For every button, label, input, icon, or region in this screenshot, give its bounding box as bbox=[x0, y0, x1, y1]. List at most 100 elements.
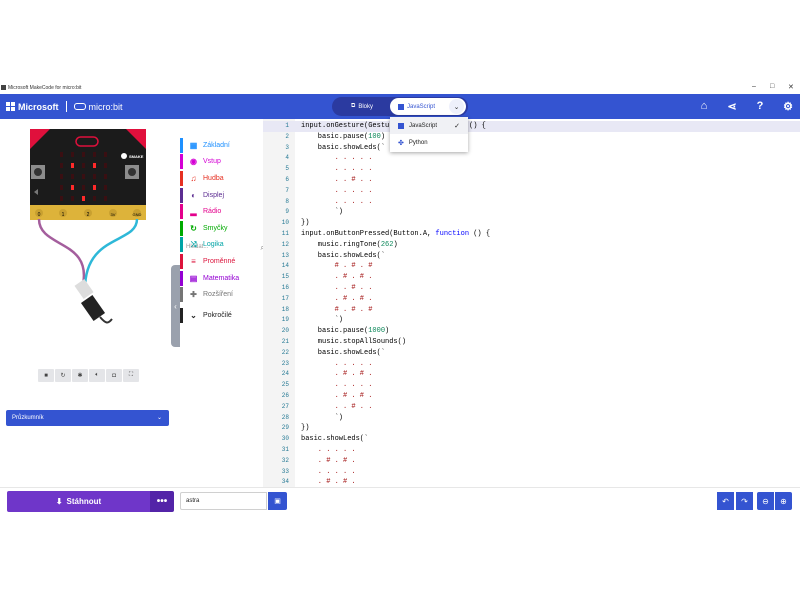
code-line[interactable]: 30 basic.showLeds(` bbox=[263, 434, 800, 445]
code-line[interactable]: 3 basic.showLeds(` bbox=[263, 143, 800, 154]
fullscreen-icon[interactable]: ⛶ bbox=[123, 369, 139, 382]
code-line[interactable]: 15 . # . # . bbox=[263, 272, 800, 283]
code-line[interactable]: 1input.onGesture(Gesture.Shake, function… bbox=[263, 121, 800, 132]
download-button[interactable]: ⬇ Stáhnout bbox=[7, 491, 150, 512]
more-options-button[interactable]: ••• bbox=[150, 491, 174, 512]
redo-icon[interactable]: ↷ bbox=[736, 492, 753, 510]
code-line[interactable]: 29}) bbox=[263, 423, 800, 434]
line-number: 24 bbox=[281, 370, 289, 378]
category-music[interactable]: ♫ Hudba bbox=[180, 171, 263, 186]
screenshot-icon[interactable]: ◘ bbox=[106, 369, 122, 382]
line-number: 21 bbox=[281, 338, 289, 345]
menu-item-python[interactable]: ✤ Python bbox=[390, 134, 468, 151]
category-display[interactable]: ◐ Displej bbox=[180, 188, 263, 203]
code-line[interactable]: 34 . # . # . bbox=[263, 477, 800, 487]
code-line[interactable]: 23 . . . . . bbox=[263, 359, 800, 370]
code-line[interactable]: 6 . . # . . bbox=[263, 175, 800, 186]
code-line[interactable]: 19 `) bbox=[263, 315, 800, 326]
code-line[interactable]: 13 basic.showLeds(` bbox=[263, 251, 800, 262]
microsoft-logo-icon bbox=[6, 102, 15, 111]
category-input[interactable]: ◉ Vstup bbox=[180, 154, 263, 169]
code-editor[interactable]: 1input.onGesture(Gesture.Shake, function… bbox=[263, 119, 800, 487]
code-line[interactable]: 27 . . # . . bbox=[263, 402, 800, 413]
category-extensions[interactable]: ✚ Rozšíření bbox=[180, 287, 263, 302]
code-text: . # . # . bbox=[301, 392, 373, 400]
shuffle-icon: ⤨ bbox=[190, 239, 197, 249]
maximize-button[interactable]: □ bbox=[770, 83, 774, 90]
save-icon[interactable]: ▣ bbox=[268, 492, 287, 510]
category-variables[interactable]: ≡ Proměnné bbox=[180, 254, 263, 269]
line-number: 7 bbox=[285, 186, 289, 194]
code-line[interactable]: 32 . # . # . bbox=[263, 456, 800, 467]
category-loops[interactable]: ↻ Smyčky bbox=[180, 221, 263, 236]
code-line[interactable]: 17 . # . # . bbox=[263, 294, 800, 305]
javascript-tab[interactable]: JavaScript ⌄ bbox=[390, 98, 466, 115]
code-line[interactable]: 22 basic.showLeds(` bbox=[263, 348, 800, 359]
undo-icon[interactable]: ↶ bbox=[717, 492, 734, 510]
code-text: . . # . . bbox=[301, 402, 373, 411]
code-text: . . # . . bbox=[301, 284, 373, 292]
line-number: 12 bbox=[281, 240, 289, 248]
code-line[interactable]: 21 music.stopAllSounds() bbox=[263, 337, 800, 348]
code-line[interactable]: 24 . # . # . bbox=[263, 369, 800, 380]
code-text: music.ringTone(262) bbox=[301, 240, 398, 249]
code-line[interactable]: 11 input.onButtonPressed(Button.A, functi… bbox=[263, 229, 800, 240]
code-text: . . . . . bbox=[301, 446, 356, 454]
code-line[interactable]: 4 . . . . . bbox=[263, 153, 800, 164]
code-line[interactable]: 16 . . # . . bbox=[263, 283, 800, 294]
line-number: 22 bbox=[281, 348, 289, 356]
line-number: 31 bbox=[281, 446, 289, 453]
code-line[interactable]: 5 . . . . . bbox=[263, 164, 800, 175]
blocks-tab[interactable]: ⧉ Bloky bbox=[334, 99, 390, 114]
line-number: 19 bbox=[281, 316, 289, 324]
zoom-out-icon[interactable]: ⊖ bbox=[757, 492, 774, 510]
explorer-button[interactable]: Průzkumník ⌄ bbox=[6, 410, 169, 426]
line-number: 9 bbox=[285, 208, 289, 216]
minimize-button[interactable]: – bbox=[752, 83, 756, 90]
pin-0-label: 0 bbox=[38, 212, 41, 218]
close-button[interactable]: ✕ bbox=[788, 83, 794, 91]
code-text: }) bbox=[301, 424, 310, 433]
mute-icon[interactable]: 🔈︎ bbox=[89, 369, 105, 382]
code-line[interactable]: 18 # . # . # bbox=[263, 305, 800, 316]
code-line[interactable]: 10}) bbox=[263, 218, 800, 229]
code-line[interactable]: 33 . . . . . bbox=[263, 467, 800, 478]
microbit-simulator[interactable]: 0 1 2 3V GND SMAKE bbox=[0, 119, 172, 369]
code-line[interactable]: 25 . . . . . bbox=[263, 380, 800, 391]
code-line[interactable]: 7 . . . . . bbox=[263, 186, 800, 197]
code-line[interactable]: 31 . . . . . bbox=[263, 445, 800, 456]
code-line[interactable]: 20 basic.pause(1000) bbox=[263, 326, 800, 337]
home-icon[interactable]: ⌂ bbox=[690, 100, 718, 113]
code-text: . . . . . bbox=[301, 154, 373, 163]
help-icon[interactable]: ? bbox=[746, 100, 774, 113]
code-line[interactable]: 8 . . . . . bbox=[263, 197, 800, 208]
sidebar-toggle[interactable]: ‹ bbox=[171, 265, 180, 347]
code-line[interactable]: 28 `) bbox=[263, 413, 800, 424]
code-line[interactable]: 26 . # . # . bbox=[263, 391, 800, 402]
code-line[interactable]: 2 basic.pause(100) bbox=[263, 132, 800, 143]
stop-icon[interactable]: ■ bbox=[38, 369, 54, 382]
category-advanced[interactable]: ⌄ Pokročilé bbox=[180, 308, 263, 323]
code-text: . # . # . bbox=[301, 273, 373, 282]
menu-item-javascript[interactable]: JavaScript ✓ bbox=[390, 117, 468, 134]
settings-icon[interactable]: ⚙ bbox=[774, 100, 800, 113]
category-math[interactable]: ▤ Matematika bbox=[180, 271, 263, 286]
debug-icon[interactable]: ✱ bbox=[72, 369, 88, 382]
chevron-down-icon[interactable]: ⌄ bbox=[449, 99, 464, 114]
line-number: 5 bbox=[285, 165, 289, 173]
share-icon[interactable]: ⋖ bbox=[718, 100, 746, 113]
restart-icon[interactable]: ↻ bbox=[55, 369, 71, 382]
input-icon: ◉ bbox=[190, 157, 197, 166]
category-logic[interactable]: ⤨ Logika bbox=[180, 237, 263, 252]
line-number: 25 bbox=[281, 381, 289, 389]
brand[interactable]: Microsoft micro:bit bbox=[6, 101, 123, 112]
category-basic[interactable]: ▦ Základní bbox=[180, 138, 263, 153]
project-name-input[interactable]: astra bbox=[180, 492, 267, 510]
zoom-in-icon[interactable]: ⊕ bbox=[775, 492, 792, 510]
code-line[interactable]: 14 # . # . # bbox=[263, 261, 800, 272]
category-radio[interactable]: ▂ Rádio bbox=[180, 204, 263, 219]
code-line[interactable]: 12 music.ringTone(262) bbox=[263, 240, 800, 251]
line-number: 23 bbox=[281, 359, 289, 367]
code-line[interactable]: 9 `) bbox=[263, 207, 800, 218]
line-number: 4 bbox=[285, 154, 289, 162]
